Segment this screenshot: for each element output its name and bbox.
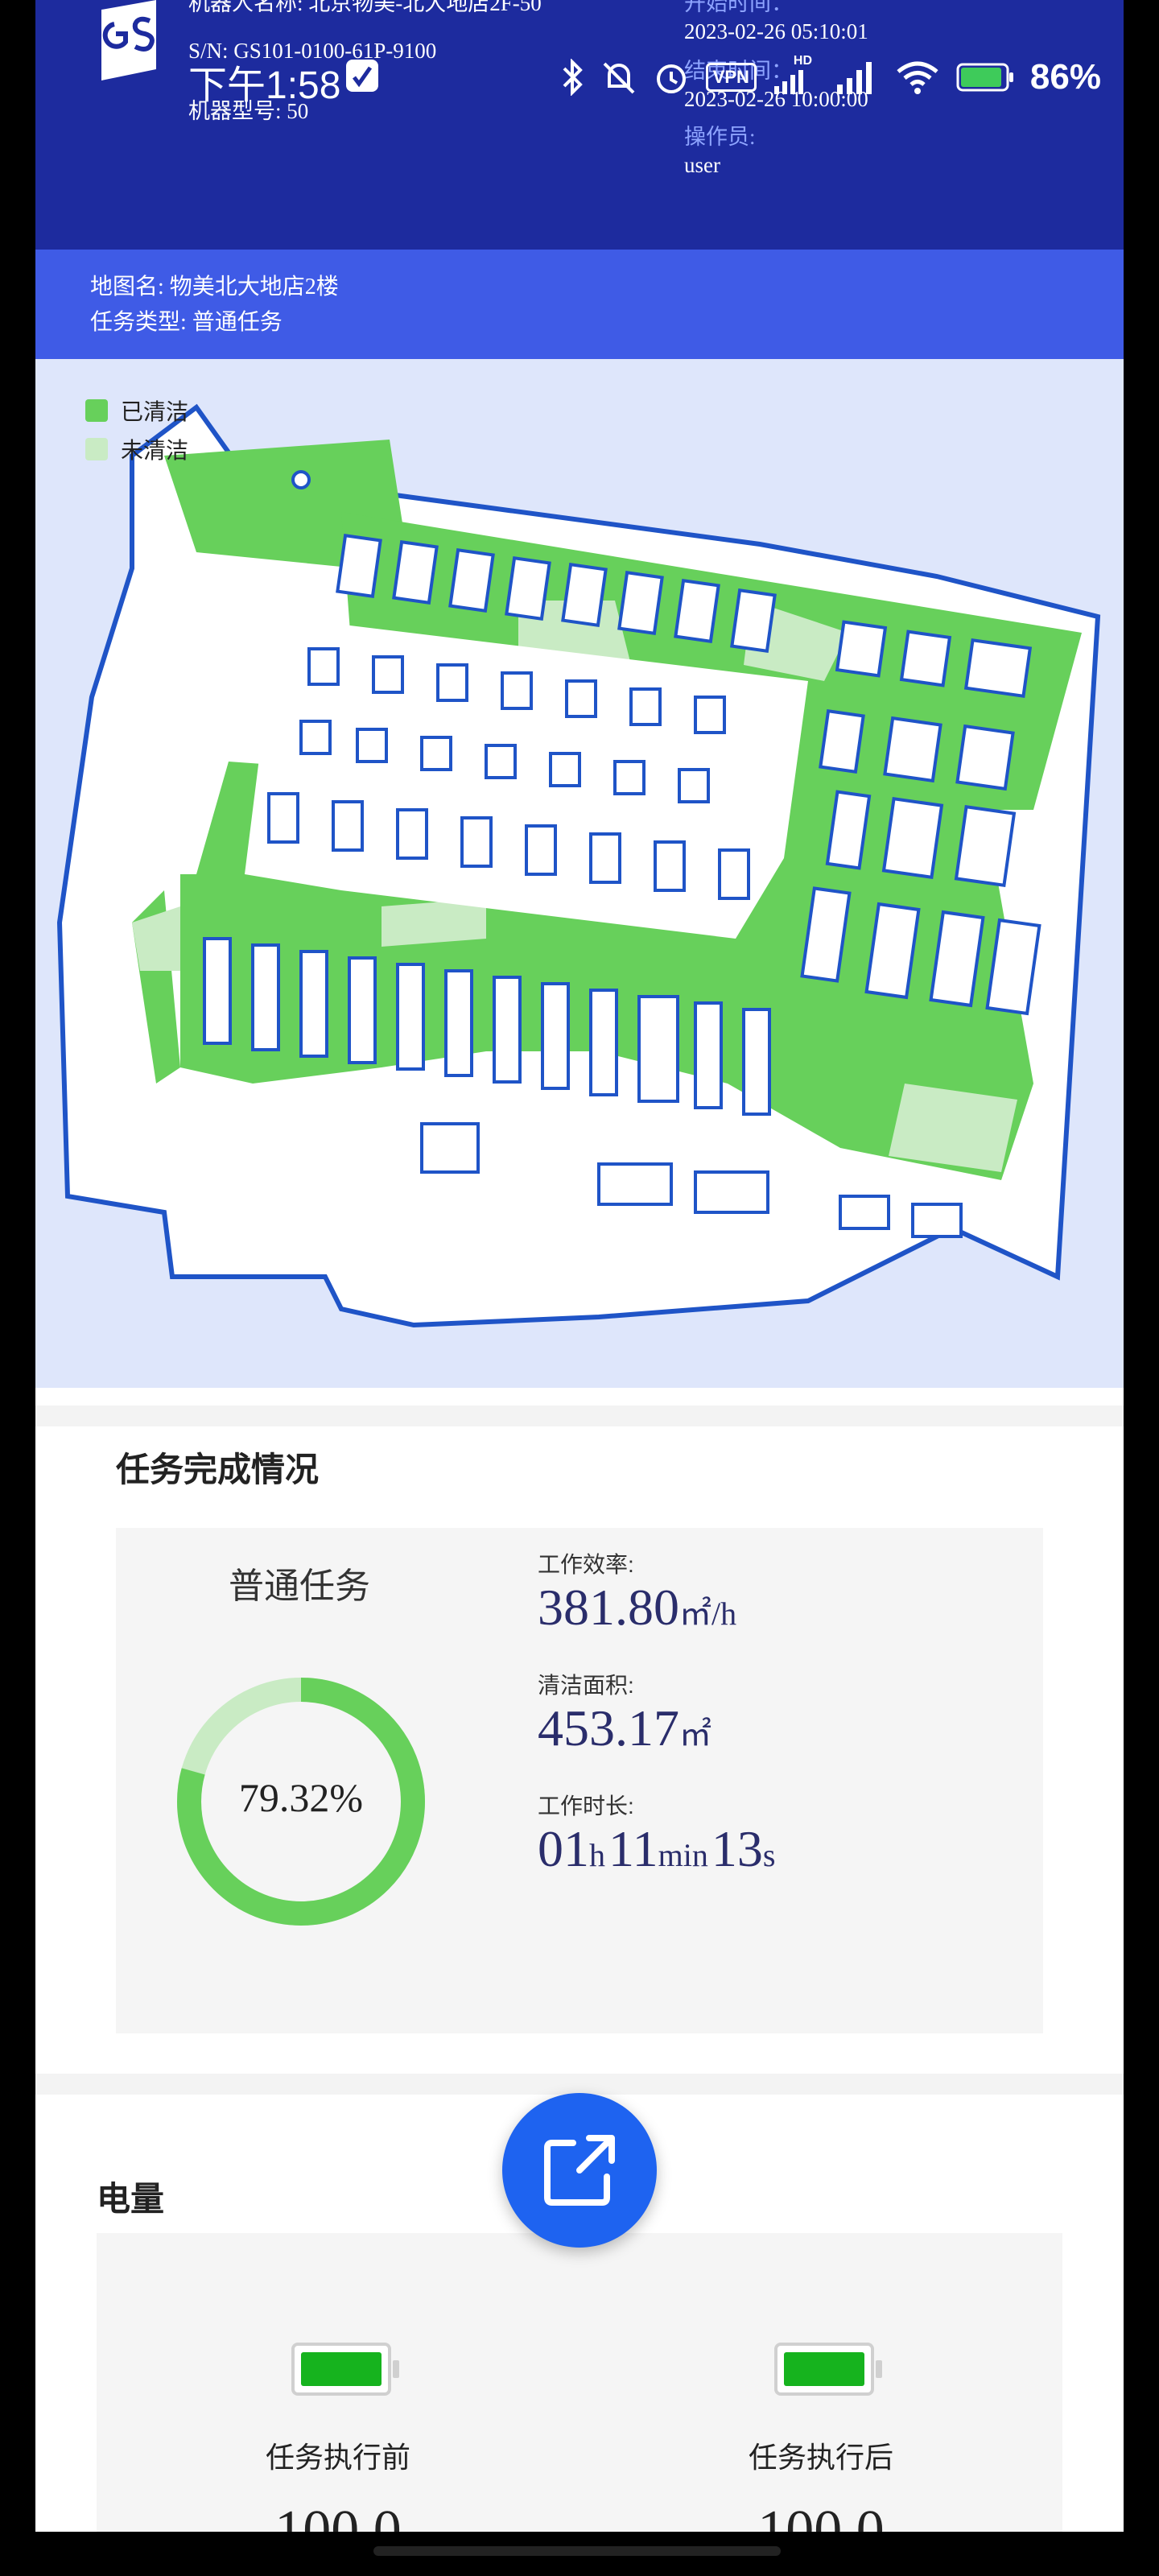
battery-before-icon — [291, 2343, 399, 2396]
duration-seconds-unit: s — [762, 1837, 776, 1873]
bluetooth-icon — [563, 59, 583, 96]
area-label: 清洁面积: — [538, 1673, 634, 1698]
map-legend: 已清洁 未清洁 — [85, 391, 188, 469]
mute-bell-icon — [603, 62, 635, 94]
efficiency-number: 381.80 — [538, 1579, 679, 1636]
duration-minutes-unit: min — [658, 1837, 708, 1873]
legend-cleaned: 已清洁 — [85, 391, 188, 430]
map-name-value: 物美北大地店2楼 — [169, 275, 339, 299]
task-completion-card: 任务完成情况 普通任务 79.32% 工作效率: 381.80㎡/h 清洁面积:… — [35, 1426, 1124, 2070]
efficiency-unit: ㎡/h — [679, 1596, 737, 1632]
map-name-label: 地图名: — [90, 275, 164, 299]
area-number: 453.17 — [538, 1699, 679, 1757]
power-panel: 任务执行前 100.0 任务执行后 100.0 — [97, 2233, 1062, 2532]
map-name: 地图名: 物美北大地店2楼 — [90, 269, 339, 301]
cleaning-map[interactable]: 已清洁 未清洁 — [35, 359, 1124, 1388]
duration-label: 工作时长: — [538, 1794, 634, 1818]
map-info-bar: 地图名: 物美北大地店2楼 任务类型: 普通任务 — [35, 250, 1124, 359]
battery-percent: 86% — [1029, 57, 1101, 97]
share-button[interactable] — [502, 2093, 657, 2248]
area-unit: ㎡ — [679, 1716, 711, 1752]
power-title: 电量 — [97, 2180, 165, 2218]
duration-minutes: 11 — [608, 1820, 658, 1877]
operator-label: 操作员: — [684, 125, 756, 149]
signal-icon-2 — [836, 62, 872, 94]
legend-uncleaned-label: 未清洁 — [121, 438, 189, 463]
area-value: 453.17㎡ — [538, 1699, 711, 1758]
battery-before-label: 任务执行前 — [265, 2441, 410, 2474]
battery-before-value: 100.0 — [274, 2500, 402, 2532]
start-time-label: 开始时间： — [684, 0, 793, 15]
gs-logo-icon — [101, 0, 156, 80]
battery-after-icon — [774, 2343, 882, 2396]
operator-value: user — [684, 153, 720, 177]
uncleaned-swatch — [85, 438, 108, 460]
battery-after-value: 100.0 — [757, 2500, 885, 2532]
duration-seconds: 13 — [711, 1820, 763, 1877]
status-time: 下午1:58 — [188, 64, 341, 107]
share-icon — [544, 2135, 615, 2206]
task-type-label: 任务类型: — [90, 310, 187, 335]
task-completion-title: 任务完成情况 — [116, 1451, 320, 1488]
battery-after-label: 任务执行后 — [748, 2441, 893, 2474]
alarm-icon — [656, 64, 686, 93]
completion-percent: 79.32% — [238, 1775, 364, 1820]
floor-map-image — [56, 403, 1101, 1328]
legend-cleaned-label: 已清洁 — [121, 399, 189, 424]
robot-name-label: 机器人名称: — [188, 0, 303, 15]
battery-icon — [956, 63, 1013, 92]
report-header: 机器人名称: 北京物美-北大地店2F-50 S/N: GS101-0100-61… — [35, 0, 1124, 250]
task-type-name: 普通任务 — [229, 1567, 370, 1606]
section-divider — [35, 1406, 1124, 1426]
efficiency-value: 381.80㎡/h — [538, 1578, 736, 1637]
legend-uncleaned: 未清洁 — [85, 430, 188, 469]
app-notification-icon — [346, 60, 378, 92]
signal-icon: HD — [773, 54, 818, 96]
wifi-icon — [897, 61, 938, 94]
status-icons: VPN HD 86% — [561, 53, 1101, 101]
home-indicator[interactable] — [373, 2546, 781, 2556]
cleaned-swatch — [85, 399, 108, 422]
robot-name: 机器人名称: 北京物美-北大地店2F-50 — [188, 0, 542, 17]
duration-value: 01h 11min 13s — [538, 1819, 775, 1879]
vpn-icon: VPN — [705, 63, 757, 92]
task-completion-panel: 普通任务 79.32% 工作效率: 381.80㎡/h 清洁面积: 453.17… — [116, 1528, 1043, 2033]
robot-name-value: 北京物美-北大地店2F-50 — [308, 0, 542, 15]
efficiency-label: 工作效率: — [538, 1552, 634, 1577]
section-divider-2 — [35, 2074, 1124, 2095]
duration-hours: 01 — [538, 1820, 589, 1877]
task-type: 任务类型: 普通任务 — [90, 304, 283, 336]
duration-hours-unit: h — [589, 1837, 605, 1873]
page: 机器人名称: 北京物美-北大地店2F-50 S/N: GS101-0100-61… — [35, 0, 1124, 2532]
task-type-value: 普通任务 — [192, 310, 283, 335]
start-time-value: 2023-02-26 05:10:01 — [684, 19, 868, 43]
